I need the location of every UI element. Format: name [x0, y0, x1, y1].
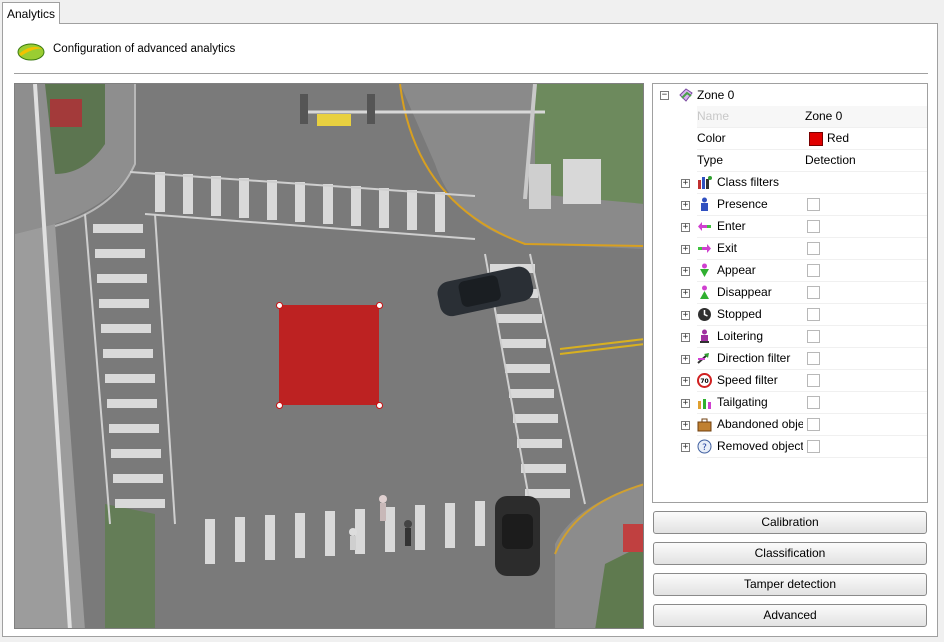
- group-row-speed-filter[interactable]: 70 Speed filter: [697, 370, 927, 392]
- expand-icon[interactable]: +: [681, 399, 690, 408]
- removed-icon: ?: [697, 439, 712, 454]
- exit-icon: [698, 244, 711, 253]
- loitering-checkbox[interactable]: [807, 330, 820, 343]
- expand-icon[interactable]: +: [681, 179, 690, 188]
- svg-text:70: 70: [700, 378, 708, 385]
- speed-icon: 70: [697, 373, 712, 388]
- group-row-disappear[interactable]: Disappear: [697, 282, 927, 304]
- appear-checkbox[interactable]: [807, 264, 820, 277]
- direction-filter-checkbox[interactable]: [807, 352, 820, 365]
- collapse-icon[interactable]: −: [660, 91, 669, 100]
- property-type-row[interactable]: Type Detection: [697, 150, 927, 172]
- expand-icon[interactable]: +: [681, 245, 690, 254]
- group-label: Disappear: [717, 285, 772, 299]
- expand-icon[interactable]: +: [681, 311, 690, 320]
- classification-button[interactable]: Classification: [653, 542, 927, 565]
- expand-icon[interactable]: +: [681, 201, 690, 210]
- property-type-label: Type: [697, 153, 724, 167]
- expand-icon[interactable]: +: [681, 421, 690, 430]
- zone-handle-bottom-right[interactable]: [376, 402, 383, 409]
- expand-icon[interactable]: +: [681, 267, 690, 276]
- enter-icon: [698, 222, 711, 231]
- group-label: Presence: [717, 197, 768, 211]
- group-row-stopped[interactable]: Stopped: [697, 304, 927, 326]
- group-row-enter[interactable]: Enter: [697, 216, 927, 238]
- stopped-checkbox[interactable]: [807, 308, 820, 321]
- group-row-class-filters[interactable]: Class filters: [697, 172, 927, 194]
- group-row-tailgating[interactable]: Tailgating: [697, 392, 927, 414]
- zone-handle-bottom-left[interactable]: [276, 402, 283, 409]
- disappear-icon: [700, 285, 709, 299]
- presence-icon: [701, 197, 708, 211]
- enter-checkbox[interactable]: [807, 220, 820, 233]
- group-label: Direction filter: [717, 351, 791, 365]
- page-title: Configuration of advanced analytics: [53, 43, 236, 55]
- tailgating-checkbox[interactable]: [807, 396, 820, 409]
- group-row-loitering[interactable]: Loitering: [697, 326, 927, 348]
- property-name-value[interactable]: Zone 0: [803, 106, 927, 127]
- appear-icon: [700, 263, 709, 277]
- tab-analytics[interactable]: Analytics: [2, 2, 60, 24]
- camera-view[interactable]: [14, 83, 644, 629]
- group-row-exit[interactable]: Exit: [697, 238, 927, 260]
- group-label: Speed filter: [717, 373, 778, 387]
- expand-icon[interactable]: +: [681, 443, 690, 452]
- expand-icon[interactable]: +: [681, 223, 690, 232]
- abandoned-icon: [697, 418, 712, 432]
- zone-0-overlay[interactable]: [279, 305, 379, 405]
- group-label: Exit: [717, 241, 738, 255]
- expand-icon[interactable]: +: [681, 333, 690, 342]
- tailgating-icon: [698, 399, 711, 409]
- group-label: Loitering: [717, 329, 764, 343]
- zone-property-tree[interactable]: − Zone 0 Name Zone 0 Color Red Type Dete…: [652, 83, 928, 503]
- class-filters-icon: [698, 176, 712, 189]
- abandoned-objects-checkbox[interactable]: [807, 418, 820, 431]
- stopped-icon: [698, 308, 711, 321]
- calibration-button[interactable]: Calibration: [653, 511, 927, 534]
- property-color-value[interactable]: Red: [803, 128, 927, 149]
- property-color-row[interactable]: Color Red: [697, 128, 927, 150]
- zone-handle-top-right[interactable]: [376, 302, 383, 309]
- advanced-button[interactable]: Advanced: [653, 604, 927, 627]
- property-name-label: Name: [697, 109, 730, 123]
- expand-icon[interactable]: +: [681, 377, 690, 386]
- exit-checkbox[interactable]: [807, 242, 820, 255]
- group-label: Class filters: [717, 175, 780, 189]
- presence-checkbox[interactable]: [807, 198, 820, 211]
- direction-icon: [697, 353, 709, 364]
- group-label: Stopped: [717, 307, 762, 321]
- group-label: Tailgating: [717, 395, 768, 409]
- tamper-detection-button[interactable]: Tamper detection: [653, 573, 927, 596]
- disappear-checkbox[interactable]: [807, 286, 820, 299]
- zone-icon: [679, 88, 693, 102]
- removed-objects-checkbox[interactable]: [807, 440, 820, 453]
- group-row-abandoned-objects[interactable]: Abandoned objects: [697, 414, 927, 436]
- tree-root-zone-0[interactable]: − Zone 0: [653, 84, 927, 106]
- analytics-logo-icon: [17, 43, 45, 61]
- loitering-icon: [700, 329, 709, 343]
- svg-text:?: ?: [702, 443, 707, 453]
- zone-handle-top-left[interactable]: [276, 302, 283, 309]
- group-row-presence[interactable]: Presence: [697, 194, 927, 216]
- car-bottom: [495, 496, 540, 576]
- property-color-label: Color: [697, 131, 726, 145]
- color-swatch: [809, 132, 823, 146]
- tree-root-label: Zone 0: [697, 88, 735, 102]
- property-name-row[interactable]: Name Zone 0: [697, 106, 927, 128]
- group-label: Enter: [717, 219, 746, 233]
- expand-icon[interactable]: +: [681, 289, 690, 298]
- group-label: Removed objects: [717, 439, 803, 453]
- group-label: Appear: [717, 263, 756, 277]
- header-divider: [14, 73, 928, 75]
- color-swatch-text: Red: [827, 131, 850, 145]
- group-row-direction-filter[interactable]: Direction filter: [697, 348, 927, 370]
- group-label: Abandoned objects: [717, 417, 803, 431]
- property-type-value[interactable]: Detection: [803, 150, 927, 171]
- group-row-appear[interactable]: Appear: [697, 260, 927, 282]
- group-row-removed-objects[interactable]: ? Removed objects: [697, 436, 927, 458]
- expand-icon[interactable]: +: [681, 355, 690, 364]
- speed-filter-checkbox[interactable]: [807, 374, 820, 387]
